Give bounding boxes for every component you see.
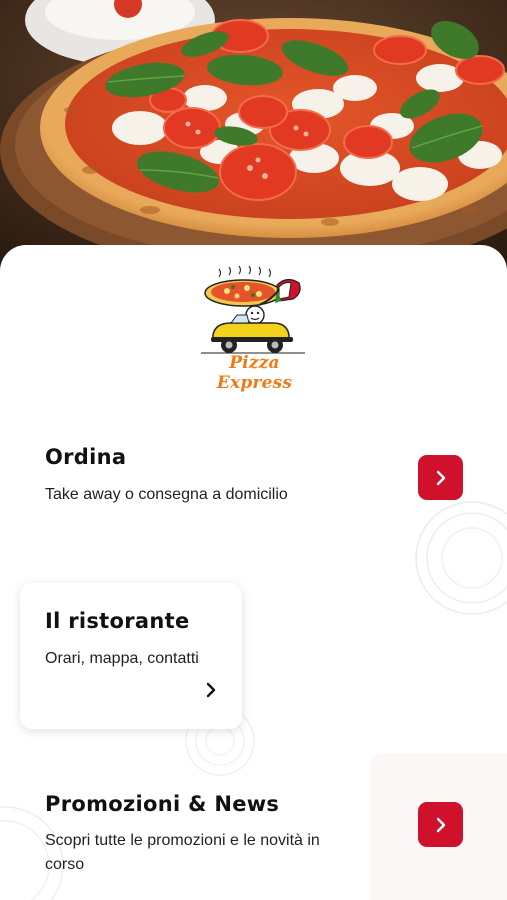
delivery-car-icon [201,265,305,354]
chevron-right-icon [436,817,445,832]
decorative-circles-icon [415,501,507,615]
promozioni-subtitle-line1: Scopri tutte le promozioni e le novità i… [45,832,320,849]
ristorante-title: Il ristorante [45,609,190,633]
ordina-subtitle: Take away o consegna a domicilio [45,486,288,503]
ristorante-card[interactable]: Il ristorante Orari, mappa, contatti [20,583,242,729]
ristorante-subtitle: Orari, mappa, contatti [45,650,199,667]
pizza-photo [0,0,507,280]
ordina-title[interactable]: Ordina [45,445,126,469]
promozioni-subtitle-line2: corso [45,856,85,873]
hero-pizza-image [0,0,507,280]
pizza-express-logo: Pizza Express [197,265,312,393]
promozioni-button[interactable] [418,802,463,847]
logo-text: Pizza Express [216,353,293,393]
promozioni-title[interactable]: Promozioni & News [45,792,279,816]
ordina-button[interactable] [418,455,463,500]
chevron-right-icon[interactable] [203,681,219,699]
chevron-right-icon [436,470,445,485]
home-sheet: Pizza Express Ordina Take away o consegn… [0,245,507,900]
